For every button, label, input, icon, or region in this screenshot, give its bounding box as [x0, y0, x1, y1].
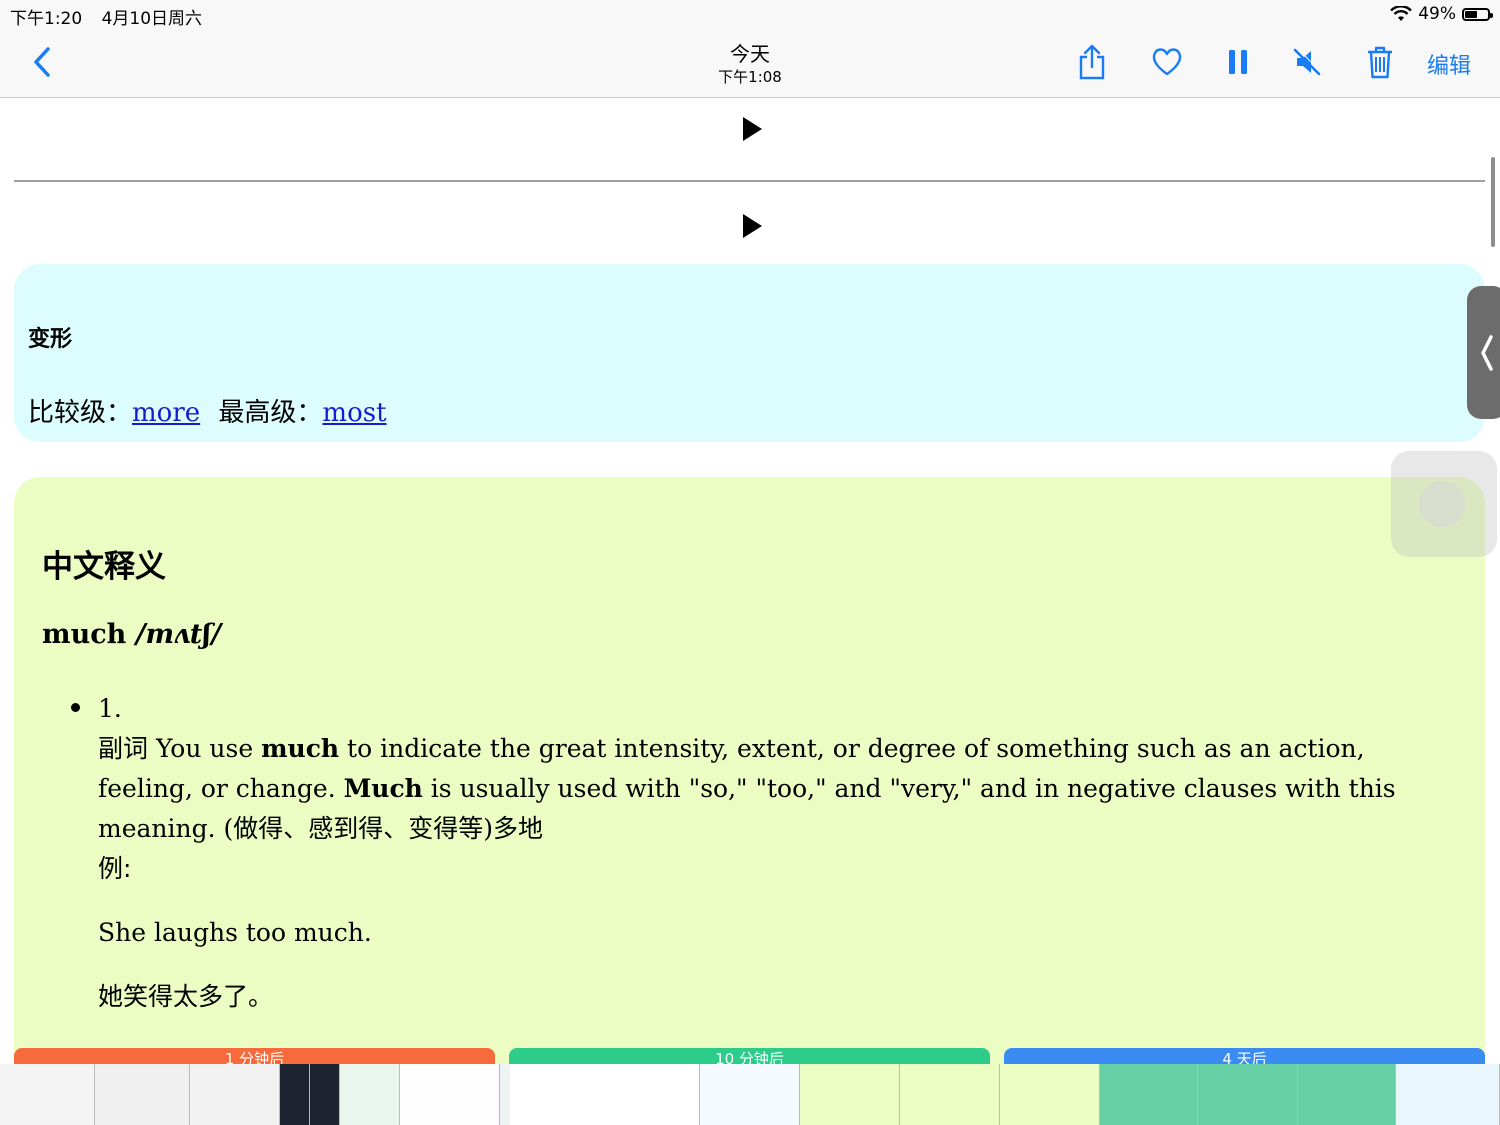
nav-subtitle: 下午1:08 [718, 68, 782, 86]
play-audio-button[interactable] [741, 116, 763, 142]
thumbnail[interactable] [800, 1064, 900, 1125]
word-forms-section: 变形 比较级：more 最高级：most [14, 264, 1485, 442]
pause-icon [1229, 50, 1247, 74]
floating-button-dot [1419, 481, 1465, 527]
thumbnail[interactable] [1198, 1064, 1298, 1125]
pause-button[interactable] [1218, 42, 1258, 82]
wifi-icon [1390, 6, 1413, 21]
forms-line: 比较级：more 最高级：most [28, 392, 387, 429]
example-chinese: 她笑得太多了。 [98, 982, 274, 1011]
thumbnail[interactable] [280, 1064, 310, 1125]
list-bullet [71, 703, 80, 712]
thumbnail[interactable] [700, 1064, 800, 1125]
thumbnail[interactable] [1396, 1064, 1500, 1125]
floating-button[interactable] [1391, 451, 1497, 557]
thumbnail[interactable] [95, 1064, 190, 1125]
thumbnail[interactable] [1100, 1064, 1198, 1125]
headword-text: much [42, 619, 127, 650]
forms-title: 变形 [28, 327, 73, 352]
mute-icon [1293, 47, 1322, 76]
play-icon [743, 117, 762, 141]
definition-section: 中文释义 much /mʌtʃ/ 1. 副词 You use much to i… [14, 477, 1485, 1097]
thumbnail[interactable] [1298, 1064, 1396, 1125]
scroll-indicator[interactable] [1491, 157, 1495, 247]
status-time: 下午1:20 [10, 9, 83, 29]
divider [14, 180, 1485, 182]
headword: much /mʌtʃ/ [42, 619, 221, 650]
status-left: 下午1:20 4月10日周六 [10, 4, 216, 29]
definition-title: 中文释义 [42, 549, 166, 585]
thumbnail[interactable] [0, 1064, 95, 1125]
battery-percent: 49% [1418, 4, 1456, 24]
comparative-link[interactable]: more [132, 398, 200, 428]
play-icon [743, 214, 762, 238]
thumbnail[interactable] [900, 1064, 1000, 1125]
status-date: 4月10日周六 [101, 9, 203, 29]
mute-button[interactable] [1287, 42, 1327, 82]
example-english: She laughs too much. [98, 918, 372, 947]
thumbnail[interactable] [400, 1064, 500, 1125]
status-right: 49% [1390, 4, 1493, 24]
sense-text: 副词 You use much to indicate the great in… [98, 729, 1460, 849]
review-strip: 1 分钟后 10 分钟后 4 天后 [0, 1048, 1500, 1125]
thumbnail[interactable] [310, 1064, 340, 1125]
delete-button[interactable] [1360, 42, 1400, 82]
thumbnail[interactable] [510, 1064, 700, 1125]
navigation-bar: 今天 下午1:08 编辑 [0, 28, 1500, 98]
status-bar: 下午1:20 4月10日周六 49% [0, 0, 1500, 29]
comparative-label: 比较级： [28, 398, 133, 428]
phonetic: /mʌtʃ/ [135, 619, 222, 650]
thumbnail[interactable] [1000, 1064, 1100, 1125]
superlative-link[interactable]: most [322, 398, 386, 428]
edit-button[interactable]: 编辑 [1427, 48, 1471, 80]
battery-icon [1462, 7, 1493, 21]
sense-bold-1: much [261, 734, 340, 763]
sense-bold-2: Much [343, 774, 423, 803]
sense-text-1: You use [148, 734, 262, 763]
sense-number: 1. [98, 694, 122, 723]
thumbnail[interactable] [190, 1064, 280, 1125]
chevron-left-icon [1481, 334, 1493, 371]
superlative-label: 最高级： [218, 398, 323, 428]
part-of-speech: 副词 [98, 734, 149, 763]
definition-item: 1. 副词 You use much to indicate the great… [98, 689, 1460, 1017]
favorite-button[interactable] [1147, 42, 1187, 82]
heart-icon [1152, 48, 1182, 76]
share-button[interactable] [1072, 42, 1112, 82]
trash-icon [1368, 46, 1392, 79]
thumbnail-row[interactable] [0, 1064, 1500, 1125]
play-audio-button-2[interactable] [741, 213, 763, 239]
side-panel-handle[interactable] [1467, 286, 1500, 419]
example-label: 例: [98, 854, 132, 883]
thumbnail[interactable] [340, 1064, 400, 1125]
share-icon [1079, 44, 1105, 80]
nav-title: 今天 [730, 42, 770, 66]
